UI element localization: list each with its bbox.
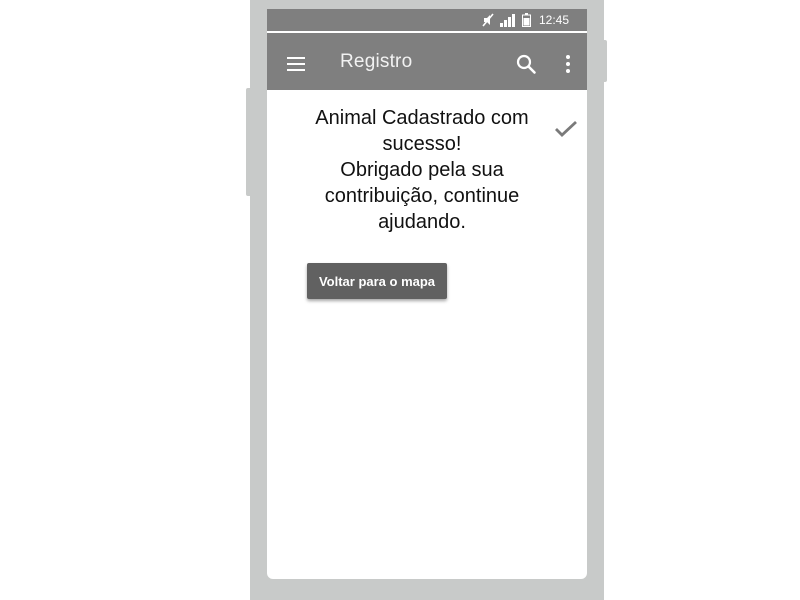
success-message-line: Obrigado pela sua contribuição, continue… bbox=[324, 159, 520, 233]
page-title: Registro bbox=[340, 51, 413, 72]
more-vert-icon[interactable] bbox=[563, 53, 573, 75]
status-icons: 12:45 bbox=[482, 12, 569, 28]
battery-icon bbox=[521, 13, 531, 27]
menu-icon[interactable] bbox=[286, 56, 306, 72]
status-time: 12:45 bbox=[538, 13, 569, 27]
app-bar: Registro bbox=[267, 33, 587, 90]
check-icon bbox=[553, 119, 579, 139]
success-message-line: Animal Cadastrado com sucesso! bbox=[315, 107, 529, 155]
back-to-map-button[interactable]: Voltar para o mapa bbox=[307, 263, 447, 299]
signal-icon bbox=[499, 13, 516, 27]
success-message: Animal Cadastrado com sucesso! Obrigado p… bbox=[297, 105, 547, 235]
phone-side-button-right bbox=[602, 40, 607, 82]
mute-icon bbox=[482, 13, 494, 27]
phone-side-button-left bbox=[246, 88, 251, 196]
status-bar: 12:45 bbox=[267, 9, 587, 33]
search-icon[interactable] bbox=[515, 53, 537, 75]
phone-screen: 12:45 Registro Animal Cadastrado com suc… bbox=[267, 9, 587, 579]
